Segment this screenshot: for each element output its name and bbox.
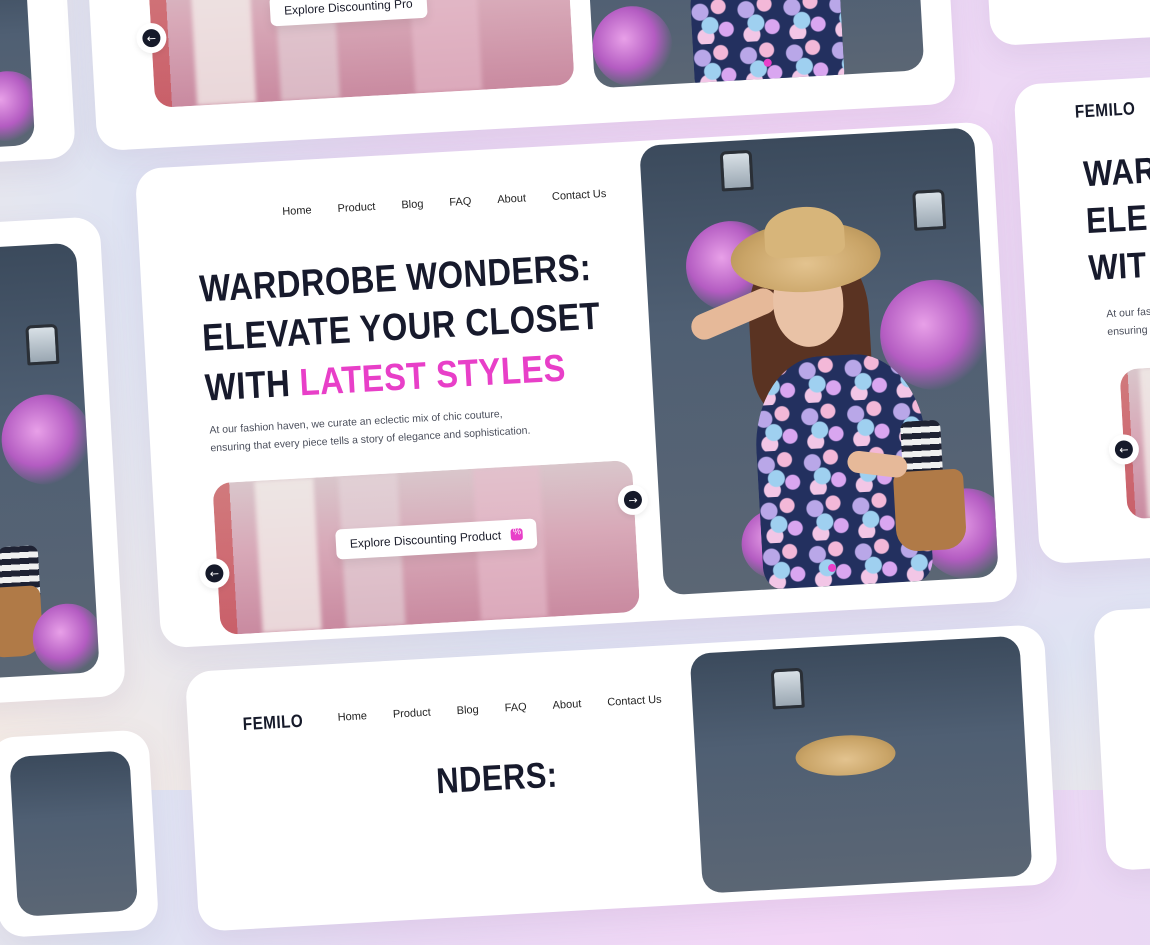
hero-headline: NDERS: <box>435 751 578 806</box>
arrow-right-icon: → <box>623 490 643 510</box>
card-right: FEMILO WAR ELE WIT At our fas ensuring ← <box>1013 70 1150 565</box>
hero-headline: WARDROBE WONDERS: ELEVATE YOUR CLOSET WI… <box>198 240 669 414</box>
nav-product[interactable]: Product <box>393 707 432 721</box>
headline-line-1: NDERS: <box>435 753 559 802</box>
nav-faq[interactable]: FAQ <box>504 701 527 714</box>
main-nav: Home Product Blog FAQ About Contact Us <box>282 186 633 218</box>
headline-line-2: ELE <box>1084 196 1149 241</box>
hero-photo <box>585 0 925 89</box>
card-bottom-right: FEMILO <box>1092 600 1150 872</box>
hero-description: At our fashion haven, we curate an eclec… <box>209 404 531 459</box>
main-landing-card: Home Product Blog FAQ About Contact Us W… <box>134 121 1019 649</box>
hero-headline: WAR ELE WIT <box>1082 147 1150 292</box>
handbag <box>892 468 968 553</box>
nav-contact[interactable]: Contact Us <box>552 188 607 203</box>
card-top-left <box>0 0 76 166</box>
nav-about[interactable]: About <box>497 192 526 206</box>
model-figure <box>683 198 984 593</box>
lamp-decoration <box>770 667 805 710</box>
nav-blog[interactable]: Blog <box>456 704 479 717</box>
arrow-left-icon: ← <box>1114 439 1134 459</box>
hero-photo <box>9 750 139 917</box>
headline-prefix: WITH <box>203 362 301 410</box>
nav-home[interactable]: Home <box>282 204 312 218</box>
straw-hat-crown <box>762 204 846 260</box>
lamp-decoration <box>25 323 60 366</box>
flower-decoration <box>0 392 95 488</box>
card-top-center: Explore Discounting Pro ← <box>84 0 957 152</box>
explore-discount-label: Explore Discounting Pro <box>283 0 414 18</box>
hero-photo <box>0 242 100 680</box>
headline-line-3: WIT <box>1087 243 1148 288</box>
straw-hat <box>794 732 897 779</box>
description-line-2: ensuring <box>1107 324 1148 339</box>
discount-tag-icon <box>510 528 524 541</box>
nav-faq[interactable]: FAQ <box>449 195 472 208</box>
flower-decoration <box>0 69 36 144</box>
mockup-stage: Explore Discounting Pro ← Home Product B… <box>0 0 1150 938</box>
hero-description: At our fas ensuring <box>1106 303 1150 342</box>
next-slide-button[interactable]: → <box>617 484 649 516</box>
arrow-left-icon: ← <box>141 28 161 48</box>
arrow-left-icon: ← <box>204 563 224 583</box>
explore-discount-label: Explore Discounting Product <box>349 528 502 551</box>
description-line-1: At our fas <box>1105 305 1150 321</box>
nav-blog[interactable]: Blog <box>401 198 424 211</box>
nav-product[interactable]: Product <box>337 201 376 215</box>
nav-contact[interactable]: Contact Us <box>607 694 662 709</box>
flower-decoration <box>590 4 675 89</box>
main-nav: Home Product Blog FAQ About Contact Us <box>337 692 688 724</box>
nav-home[interactable]: Home <box>337 710 367 724</box>
brand-logo: FEMILO <box>242 710 304 735</box>
card-bottom-left <box>0 729 160 938</box>
brand-logo: FEMILO <box>1074 98 1136 122</box>
lamp-decoration <box>719 149 754 192</box>
nav-about[interactable]: About <box>552 698 581 712</box>
hero-photo <box>689 635 1033 894</box>
card-bottom-center: FEMILO Home Product Blog FAQ About Conta… <box>184 624 1059 932</box>
hero-photo <box>639 127 999 596</box>
dress-figure <box>687 0 846 89</box>
card-top-right <box>983 0 1150 47</box>
hero-photo <box>0 0 36 151</box>
card-mid-left <box>0 216 127 706</box>
headline-line-1: WAR <box>1082 149 1150 195</box>
